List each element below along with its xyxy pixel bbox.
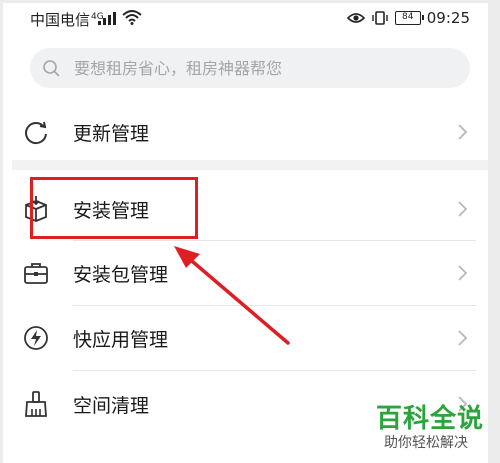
- menu-item-label: 快应用管理: [73, 329, 169, 351]
- vibrate-icon: [372, 11, 388, 25]
- chevron-right-icon: [458, 201, 468, 217]
- highlight-box: [30, 177, 198, 239]
- menu-item-label: 更新管理: [73, 123, 150, 145]
- chevron-right-icon: [458, 265, 468, 281]
- menu-item-quick-app[interactable]: 快应用管理: [18, 306, 476, 370]
- menu-item-update[interactable]: 更新管理: [18, 100, 476, 164]
- search-input[interactable]: [74, 48, 454, 88]
- chevron-right-icon: [458, 124, 468, 140]
- watermark-title: 百科全说: [376, 404, 485, 434]
- divider: [73, 370, 476, 371]
- broom-icon: [25, 391, 47, 417]
- menu-item-label: 安装包管理: [73, 264, 169, 286]
- search-bar[interactable]: [30, 48, 470, 88]
- search-icon: [43, 60, 60, 77]
- section-separator: [12, 160, 488, 170]
- status-right: 84 09:25: [346, 8, 470, 28]
- status-bar: 中国电信4G 84 09:25: [0, 0, 500, 38]
- signal-icon: [98, 11, 118, 25]
- carrier-label: 中国电信: [30, 11, 91, 29]
- carrier-name: 中国电信4G: [30, 9, 104, 30]
- wifi-icon: [122, 10, 142, 25]
- chevron-right-icon: [458, 330, 468, 346]
- screen-frame-edge: [488, 0, 500, 463]
- lightning-icon: [24, 326, 48, 350]
- menu-item-label: 空间清理: [73, 395, 150, 417]
- menu-item-package[interactable]: 安装包管理: [18, 241, 476, 305]
- package-briefcase-icon: [24, 263, 48, 284]
- battery-icon: 84: [394, 11, 424, 25]
- clock: 09:25: [426, 9, 470, 27]
- watermark-subtitle: 助你轻松解决: [384, 435, 468, 451]
- refresh-icon: [25, 121, 47, 145]
- eye-comfort-icon: [346, 13, 365, 23]
